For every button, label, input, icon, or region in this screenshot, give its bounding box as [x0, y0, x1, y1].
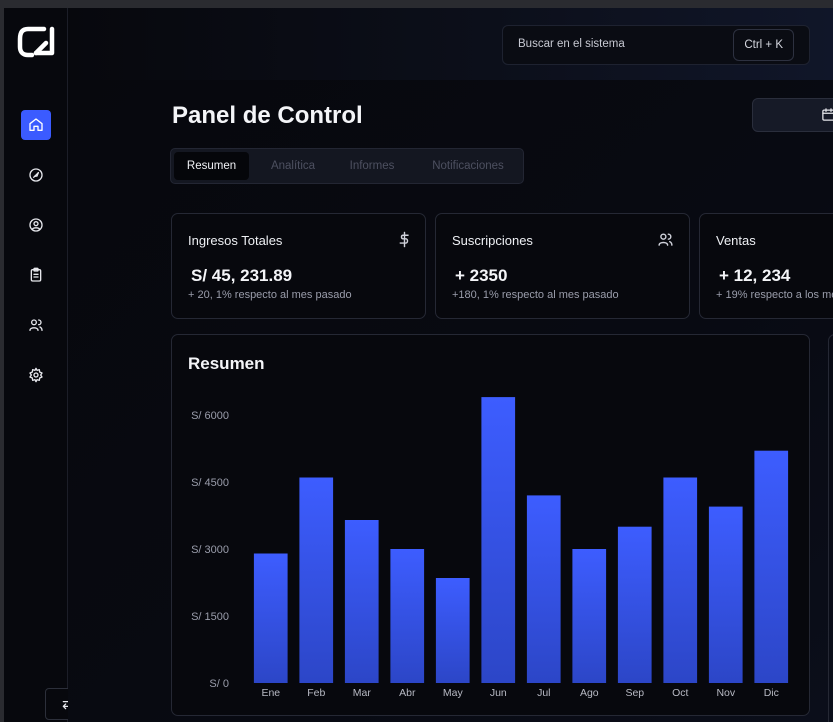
chart-bar-may[interactable]: [435, 578, 470, 683]
card-subtitle: + 19% respecto a los meses: [716, 289, 833, 301]
chart-bar-dic[interactable]: [754, 450, 789, 683]
x-tick-label: Feb: [307, 687, 325, 699]
main-content: Panel de Control Resumen Analítica Infor…: [68, 80, 833, 722]
search-input[interactable]: Buscar en el sistema Ctrl + K: [502, 25, 810, 65]
sidebar-item-settings[interactable]: [21, 360, 51, 390]
app-window: Buscar en el sistema Ctrl + K Panel de C…: [4, 8, 833, 722]
tab-informes[interactable]: Informes: [337, 152, 407, 180]
overview-chart-panel: Resumen S/ 0 S/ 1500 S/ 3000 S/ 4500 S/ 6000…: [171, 334, 810, 716]
x-tick-label: Mar: [353, 687, 372, 699]
gear-icon: [29, 367, 43, 383]
chart-bar-feb[interactable]: [299, 477, 334, 684]
tab-bar: Resumen Analítica Informes Notificacione…: [170, 148, 524, 184]
logo-icon: [17, 26, 55, 58]
stat-card-revenue: Ingresos Totales S/ 45, 231.89 + 20, 1% …: [171, 213, 426, 319]
y-tick-label: S/ 6000: [191, 410, 229, 422]
chart-bar-nov[interactable]: [708, 506, 743, 683]
chart-bar-sep[interactable]: [617, 526, 652, 683]
x-tick-label: Ago: [580, 687, 599, 699]
x-tick-label: Oct: [672, 687, 688, 699]
card-title: Ingresos Totales: [188, 233, 283, 248]
home-icon: [29, 118, 43, 131]
y-tick-label: S/ 0: [209, 678, 229, 690]
page-title: Panel de Control: [172, 102, 363, 129]
card-value: S/ 45, 231.89: [191, 266, 293, 285]
tab-resumen[interactable]: Resumen: [174, 152, 249, 180]
x-tick-label: Nov: [716, 687, 735, 699]
stat-card-subscriptions: Suscripciones + 2350 +180, 1% respecto a…: [435, 213, 690, 319]
y-tick-label: S/ 1500: [191, 611, 229, 623]
sidebar-item-explore[interactable]: [21, 160, 51, 190]
card-title: Suscripciones: [452, 233, 533, 248]
card-subtitle: + 20, 1% respecto al mes pasado: [188, 289, 352, 301]
users-icon: [658, 233, 673, 246]
compass-icon: [29, 168, 43, 182]
y-tick-label: S/ 4500: [191, 477, 229, 489]
bar-chart: S/ 0 S/ 1500 S/ 3000 S/ 4500 S/ 6000 Ene Feb Ma…: [191, 397, 789, 699]
sidebar-item-users[interactable]: [21, 310, 51, 340]
stat-card-sales: Ventas + 12, 234 + 19% respecto a los me…: [699, 213, 833, 319]
date-picker-button[interactable]: [752, 98, 833, 132]
calendar-icon: [822, 108, 833, 121]
sidebar: [4, 8, 90, 722]
card-title: Ventas: [716, 233, 756, 248]
card-subtitle: +180, 1% respecto al mes pasado: [452, 289, 619, 301]
x-tick-label: Ene: [261, 687, 280, 699]
x-tick-label: Dic: [764, 687, 779, 699]
shortcut-badge: Ctrl + K: [733, 29, 794, 61]
chart-bar-jun[interactable]: [481, 397, 516, 683]
sidebar-item-home[interactable]: [21, 110, 51, 140]
card-value: + 2350: [455, 266, 508, 285]
x-tick-label: May: [443, 687, 464, 699]
chart-bar-ago[interactable]: [572, 549, 607, 683]
tab-notificaciones[interactable]: Notificaciones: [417, 152, 519, 180]
x-tick-label: Jul: [537, 687, 550, 699]
x-tick-label: Jun: [490, 687, 507, 699]
side-panel-edge: [828, 334, 833, 722]
chart-bar-jul[interactable]: [526, 495, 561, 683]
search-placeholder: Buscar en el sistema: [518, 38, 625, 50]
chart-bar-abr[interactable]: [390, 549, 425, 683]
clipboard-icon: [30, 267, 42, 282]
chart-bar-oct[interactable]: [663, 477, 698, 684]
user-circle-icon: [29, 218, 43, 232]
card-value: + 12, 234: [719, 266, 791, 285]
sidebar-item-profile[interactable]: [21, 210, 51, 240]
top-bar: Buscar en el sistema Ctrl + K: [68, 8, 833, 81]
users-icon: [29, 319, 43, 331]
x-tick-label: Sep: [625, 687, 644, 699]
tab-analitica[interactable]: Analítica: [257, 152, 329, 180]
sidebar-item-reports[interactable]: [21, 260, 51, 290]
chart-bar-ene[interactable]: [253, 553, 288, 684]
y-tick-label: S/ 3000: [191, 544, 229, 556]
chart-bar-mar[interactable]: [344, 520, 379, 683]
dollar-icon: [399, 231, 409, 248]
x-tick-label: Abr: [399, 687, 416, 699]
